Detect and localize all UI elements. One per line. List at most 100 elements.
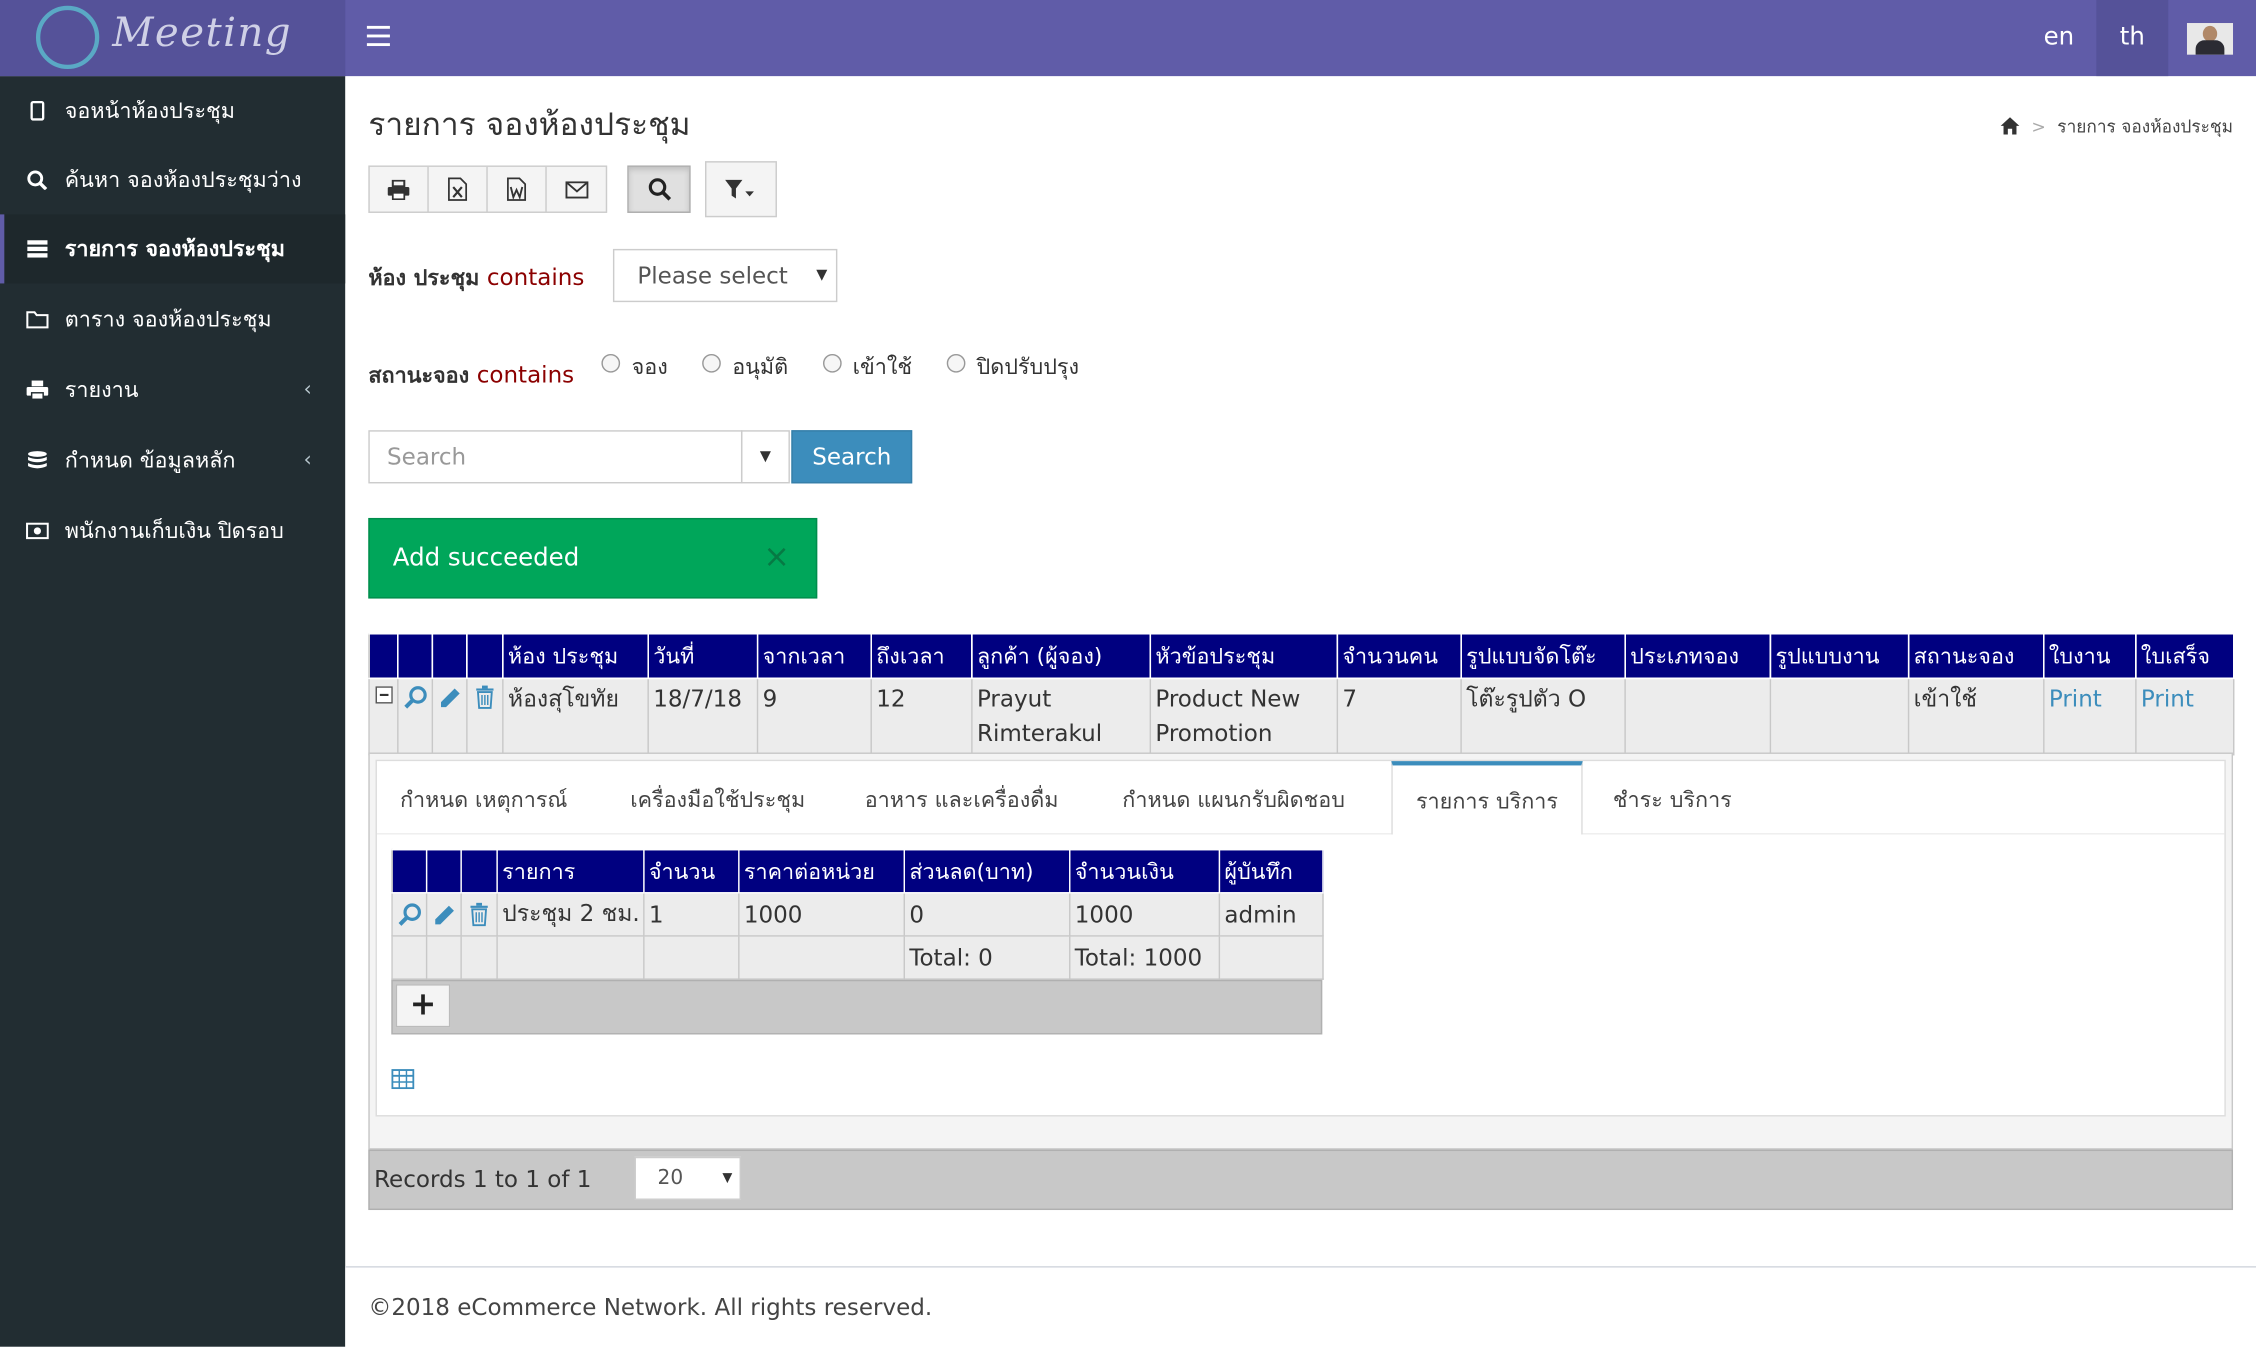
user-avatar[interactable] bbox=[2186, 23, 2234, 55]
magnifier-icon[interactable] bbox=[402, 685, 428, 711]
room-select[interactable]: Please select ▼ bbox=[612, 248, 838, 303]
view-cell bbox=[397, 677, 434, 756]
column-header[interactable]: ลูกค้า (ผู้จอง) bbox=[971, 633, 1152, 680]
column-header[interactable]: จำนวนเงิน bbox=[1069, 848, 1221, 894]
database-icon bbox=[28, 451, 47, 469]
sidebar-item-booking-list[interactable]: รายการ จองห้องประชุม bbox=[0, 214, 350, 284]
radio-circle[interactable] bbox=[601, 353, 621, 373]
grid-header-row: ห้อง ประชุม วันที่ จากเวลา ถึงเวลา ลูกค้… bbox=[368, 633, 2235, 680]
empty-cell bbox=[496, 935, 645, 980]
pencil-icon[interactable] bbox=[432, 903, 455, 926]
tab-food-drinks[interactable]: อาหาร และเครื่องดื่ม bbox=[865, 761, 1059, 833]
sidebar-item-room-display[interactable]: จอหน้าห้องประชุม bbox=[0, 76, 345, 145]
column-header[interactable]: ถึงเวลา bbox=[870, 633, 973, 680]
magnifier-icon[interactable] bbox=[396, 901, 422, 927]
pencil-icon[interactable] bbox=[438, 686, 461, 709]
tab-payment[interactable]: ชำระ บริการ bbox=[1613, 761, 1732, 833]
column-header[interactable]: รูปแบบจัดโต๊ะ bbox=[1460, 633, 1626, 680]
column-header[interactable]: รูปแบบงาน bbox=[1769, 633, 1910, 680]
print-receipt-link[interactable]: Print bbox=[2141, 685, 2194, 712]
column-header[interactable]: ใบเสร็จ bbox=[2135, 633, 2235, 680]
grid-header-cell bbox=[431, 633, 468, 680]
page-title: รายการ จองห้องประชุม bbox=[368, 107, 691, 144]
trash-icon[interactable] bbox=[469, 902, 489, 927]
services-header-cell bbox=[425, 848, 462, 894]
table-row: ห้องสุโขทัย 18/7/18 9 12 Prayut Rimterak… bbox=[368, 677, 2235, 756]
money-icon bbox=[26, 522, 49, 540]
tab-services[interactable]: รายการ บริการ bbox=[1391, 761, 1583, 835]
sidebar-item-master-data[interactable]: กำหนด ข้อมูลหลัก ‹ bbox=[0, 426, 345, 495]
sidebar-item-label: จอหน้าห้องประชุม bbox=[64, 97, 235, 124]
totals-row: Total: 0 Total: 1000 bbox=[391, 935, 1324, 980]
add-service-bar: + bbox=[391, 979, 1323, 1035]
search-options-dropdown[interactable]: ▼ bbox=[740, 430, 790, 484]
column-header[interactable]: สถานะจอง bbox=[1907, 633, 2045, 680]
tab-departments[interactable]: กำหนด แผนกรับผิดชอบ bbox=[1122, 761, 1345, 833]
lang-en-button[interactable]: en bbox=[2024, 0, 2093, 76]
email-button[interactable] bbox=[547, 167, 606, 212]
status-radio-group: จอง อนุมัติ เข้าใช้ ปิดปรับปรุง bbox=[601, 350, 1106, 385]
column-header[interactable]: ห้อง ประชุม bbox=[502, 633, 649, 680]
status-radio-in-use[interactable]: เข้าใช้ bbox=[822, 350, 912, 385]
tab-equipment[interactable]: เครื่องมือใช้ประชุม bbox=[630, 761, 805, 833]
column-header[interactable]: จากเวลา bbox=[756, 633, 872, 680]
contains-operator: contains bbox=[476, 361, 575, 389]
column-header[interactable]: จำนวน bbox=[643, 848, 740, 894]
grid-header-cell bbox=[466, 633, 504, 680]
logo[interactable]: Meeting bbox=[0, 0, 346, 77]
column-header[interactable]: ส่วนลด(บาท) bbox=[903, 848, 1071, 894]
column-header[interactable]: รายการ bbox=[496, 848, 645, 894]
print-worksheet-link[interactable]: Print bbox=[2049, 685, 2102, 712]
sidebar-item-label: กำหนด ข้อมูลหลัก bbox=[64, 447, 236, 474]
search-toggle-button[interactable] bbox=[627, 165, 691, 213]
print-icon bbox=[387, 179, 410, 200]
radio-circle[interactable] bbox=[822, 353, 842, 373]
column-header[interactable]: ใบงาน bbox=[2043, 633, 2137, 680]
sidebar-item-reports[interactable]: รายงาน ‹ bbox=[0, 355, 345, 424]
column-header[interactable]: หัวข้อประชุม bbox=[1149, 633, 1339, 680]
search-input[interactable]: Search bbox=[368, 430, 743, 484]
cell-table-style: โต๊ะรูปตัว O bbox=[1460, 677, 1626, 756]
folder-icon bbox=[26, 311, 49, 329]
sidebar-toggle-icon[interactable] bbox=[366, 25, 390, 47]
sidebar: จอหน้าห้องประชุม ค้นหา จองห้องประชุมว่าง… bbox=[0, 76, 350, 1347]
export-word-button[interactable] bbox=[488, 166, 547, 212]
lang-th-button[interactable]: th bbox=[2096, 0, 2169, 77]
filter-dropdown-button[interactable] bbox=[705, 161, 777, 218]
status-radio-maintenance[interactable]: ปิดปรับปรุง bbox=[946, 350, 1079, 385]
sidebar-item-booking-table[interactable]: ตาราง จองห้องประชุม bbox=[0, 285, 345, 354]
logo-text: Meeting bbox=[112, 8, 293, 57]
search-button[interactable]: Search bbox=[791, 430, 913, 484]
column-header[interactable]: ผู้บันทึก bbox=[1218, 848, 1324, 894]
sidebar-item-cashier[interactable]: พนักงานเก็บเงิน ปิดรอบ bbox=[0, 496, 345, 565]
column-header[interactable]: ประเภทจอง bbox=[1624, 633, 1772, 680]
table-icon[interactable] bbox=[391, 1069, 415, 1090]
services-table: รายการ จำนวน ราคาต่อหน่วย ส่วนลด(บาท) จำ… bbox=[391, 848, 1324, 980]
success-alert: Add succeeded × bbox=[368, 517, 818, 599]
radio-circle[interactable] bbox=[946, 353, 965, 373]
cell-receipt: Print bbox=[2135, 677, 2235, 756]
column-header[interactable]: ราคาต่อหน่วย bbox=[738, 848, 906, 894]
sidebar-item-label: ค้นหา จองห้องประชุมว่าง bbox=[64, 166, 302, 193]
add-service-button[interactable]: + bbox=[395, 984, 451, 1028]
home-icon[interactable] bbox=[2000, 117, 2020, 136]
close-icon[interactable]: × bbox=[763, 519, 790, 597]
sidebar-item-search-room[interactable]: ค้นหา จองห้องประชุมว่าง bbox=[0, 145, 345, 214]
tab-events[interactable]: กำหนด เหตุการณ์ bbox=[400, 761, 567, 833]
delete-cell bbox=[466, 677, 504, 756]
status-radio-booked[interactable]: จอง bbox=[601, 350, 668, 385]
radio-circle[interactable] bbox=[701, 353, 721, 373]
trash-icon[interactable] bbox=[475, 685, 495, 709]
column-header[interactable]: วันที่ bbox=[647, 633, 759, 680]
detail-tabs: กำหนด เหตุการณ์ เครื่องมือใช้ประชุม อาหา… bbox=[376, 761, 2225, 835]
print-button[interactable] bbox=[370, 166, 429, 212]
cell-amount: 1000 bbox=[1069, 892, 1221, 937]
cell-item: ประชุม 2 ชม. bbox=[496, 892, 645, 937]
excel-file-icon bbox=[448, 177, 468, 201]
status-radio-approved[interactable]: อนุมัติ bbox=[701, 350, 788, 385]
sidebar-item-label: ตาราง จองห้องประชุม bbox=[64, 306, 272, 333]
column-header[interactable]: จำนวนคน bbox=[1336, 633, 1462, 680]
export-excel-button[interactable] bbox=[429, 166, 488, 212]
page-size-select[interactable]: 20 ▼ bbox=[634, 1156, 741, 1200]
collapse-minus-icon[interactable] bbox=[374, 686, 393, 704]
